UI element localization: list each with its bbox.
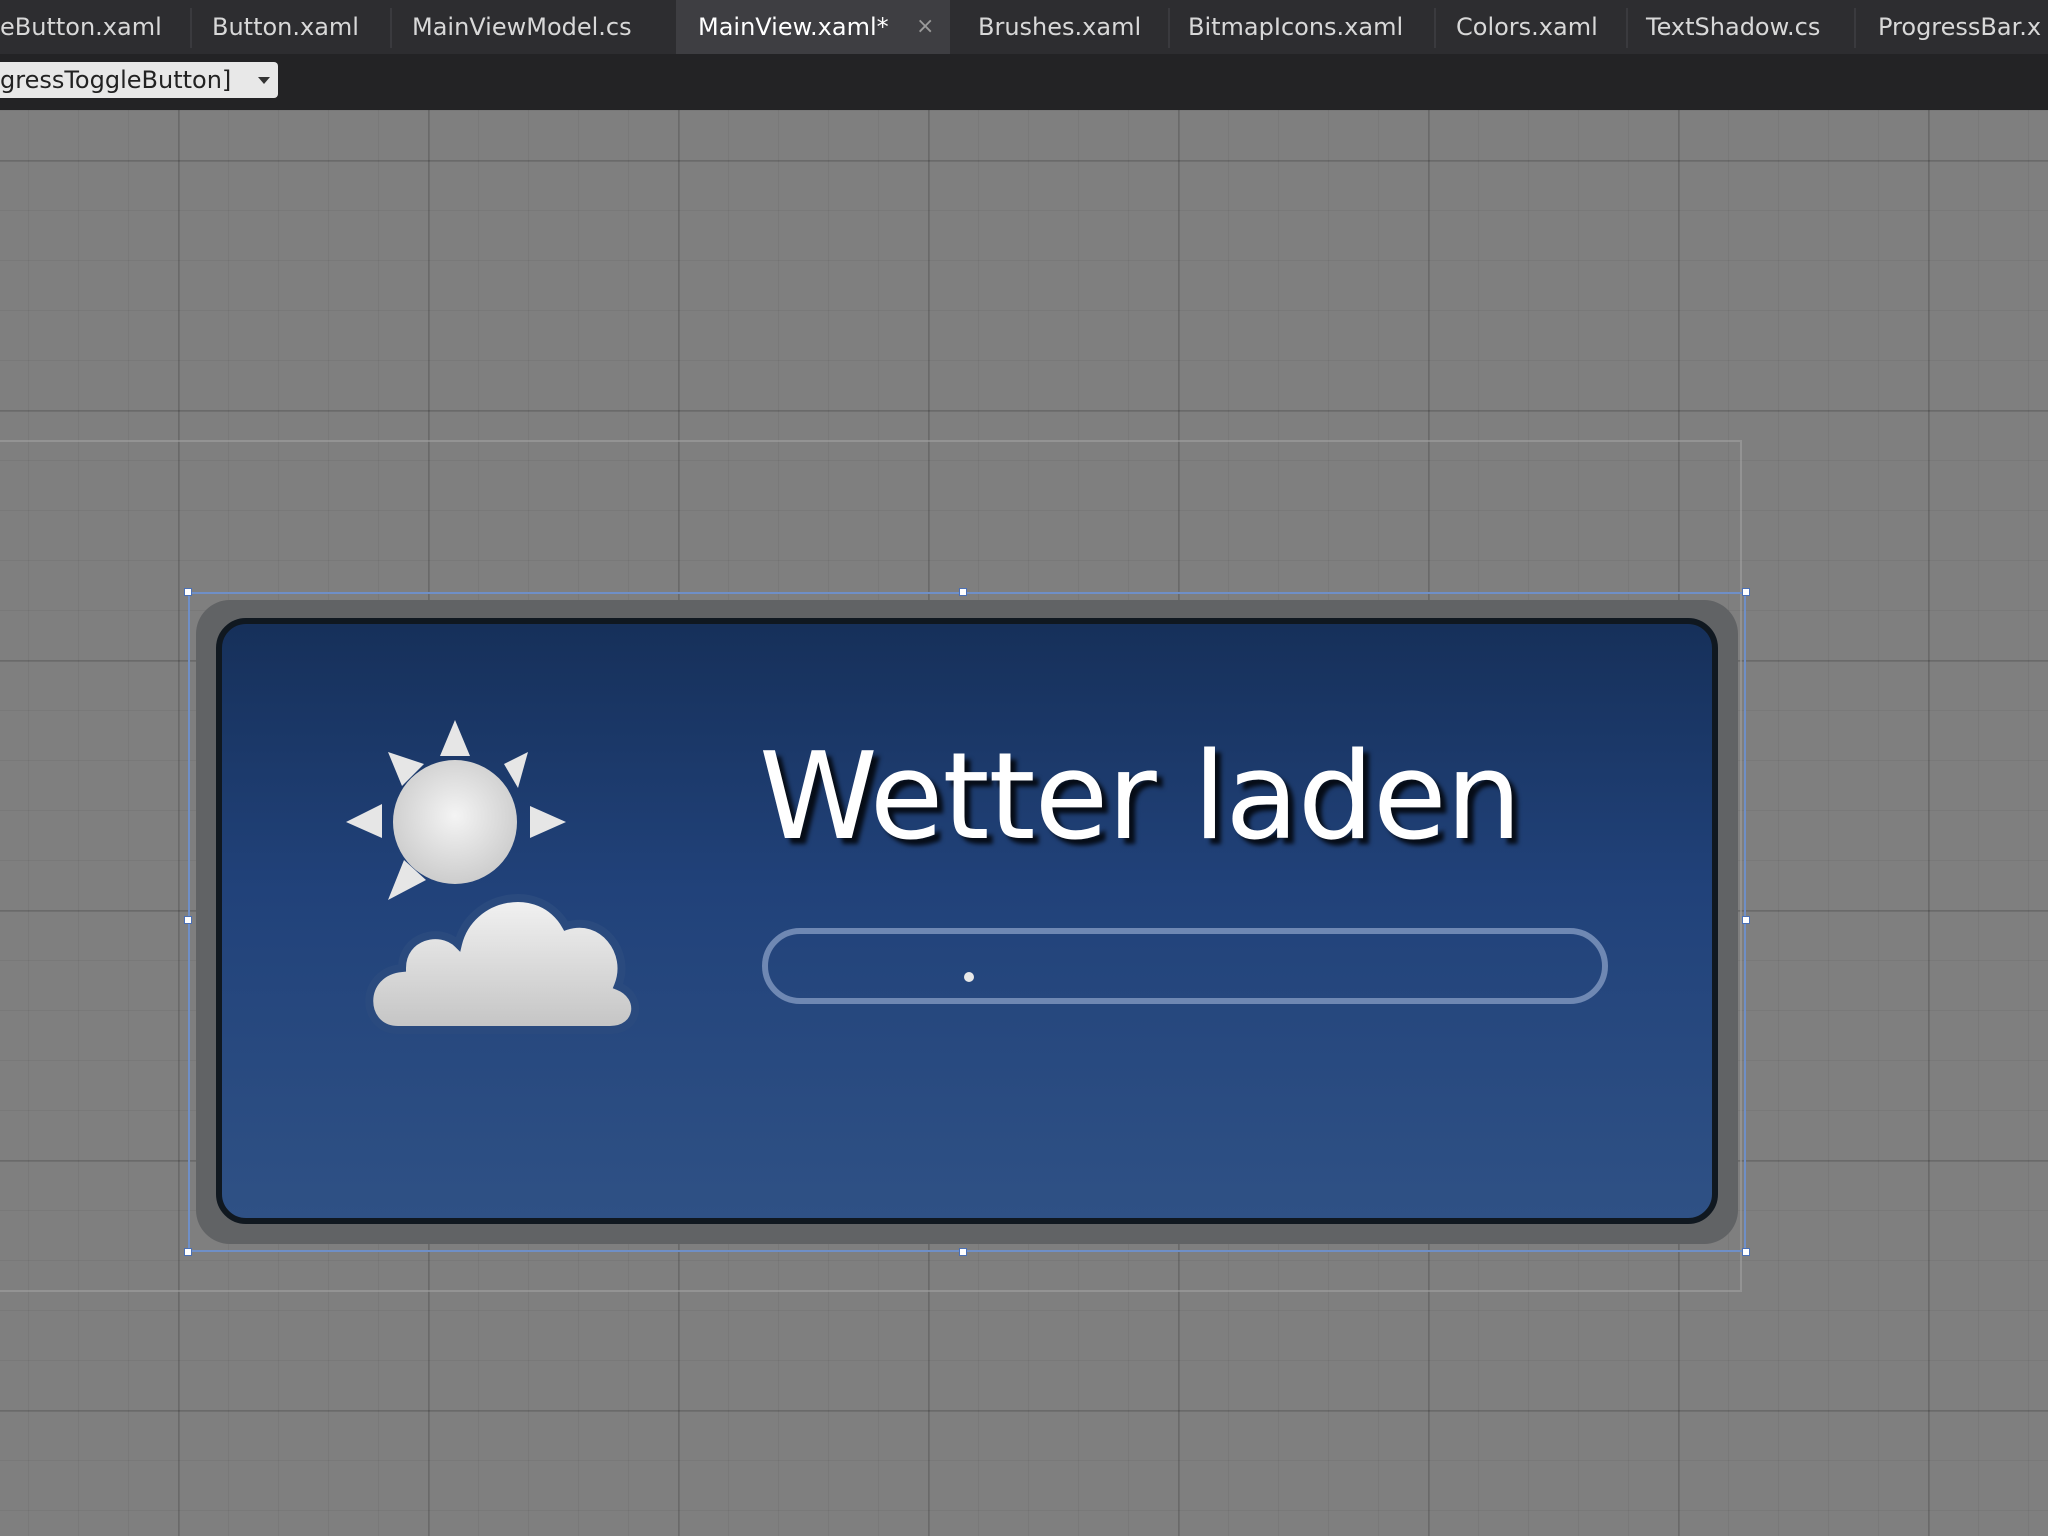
- element-selector-dropdown[interactable]: gressToggleButton]: [0, 62, 278, 98]
- resize-handle-bottom-right[interactable]: [1742, 1248, 1750, 1256]
- tab-label: MainViewModel.cs: [412, 13, 632, 41]
- tab-label: BitmapIcons.xaml: [1188, 13, 1404, 41]
- tab-brushes-xaml[interactable]: Brushes.xaml: [978, 0, 1170, 54]
- designer-toolbar: gressToggleButton]: [0, 54, 2048, 110]
- tab-button-xaml[interactable]: Button.xaml: [212, 0, 394, 54]
- resize-handle-top-left[interactable]: [184, 588, 192, 596]
- tab-separator: [1434, 8, 1436, 48]
- chevron-down-icon: [258, 77, 270, 84]
- tab-mainview-xaml[interactable]: MainView.xaml* ×: [676, 0, 950, 54]
- tab-label: TextShadow.cs: [1646, 13, 1821, 41]
- design-canvas[interactable]: Wetter laden: [0, 110, 2048, 1536]
- close-icon[interactable]: ×: [916, 0, 934, 54]
- tab-progressbar[interactable]: ProgressBar.x: [1878, 0, 2048, 54]
- tab-separator: [1168, 8, 1170, 48]
- tab-bitmapicons-xaml[interactable]: BitmapIcons.xaml: [1188, 0, 1436, 54]
- tab-label: ProgressBar.x: [1878, 13, 2042, 41]
- tab-label: MainView.xaml*: [698, 13, 889, 41]
- tab-label: eButton.xaml: [0, 13, 162, 41]
- resize-handle-top[interactable]: [959, 588, 967, 596]
- resize-handle-right[interactable]: [1742, 916, 1750, 924]
- tab-label: Brushes.xaml: [978, 13, 1142, 41]
- resize-handle-top-right[interactable]: [1742, 588, 1750, 596]
- tab-separator: [1626, 8, 1628, 48]
- tab-label: Button.xaml: [212, 13, 359, 41]
- selection-adorner: [184, 588, 1750, 1256]
- tab-separator: [1854, 8, 1856, 48]
- tab-textshadow-cs[interactable]: TextShadow.cs: [1646, 0, 1852, 54]
- render-transform-origin[interactable]: [964, 972, 974, 982]
- resize-handle-bottom[interactable]: [959, 1248, 967, 1256]
- resize-handle-bottom-left[interactable]: [184, 1248, 192, 1256]
- tab-togglebutton-xaml[interactable]: eButton.xaml: [0, 0, 188, 54]
- tab-colors-xaml[interactable]: Colors.xaml: [1456, 0, 1628, 54]
- tab-separator: [190, 8, 192, 48]
- resize-handle-left[interactable]: [184, 916, 192, 924]
- element-selector-label: gressToggleButton]: [0, 66, 232, 94]
- tab-separator: [390, 8, 392, 48]
- tab-mainviewmodel-cs[interactable]: MainViewModel.cs: [412, 0, 674, 54]
- tab-label: Colors.xaml: [1456, 13, 1598, 41]
- document-tab-bar: eButton.xaml Button.xaml MainViewModel.c…: [0, 0, 2048, 54]
